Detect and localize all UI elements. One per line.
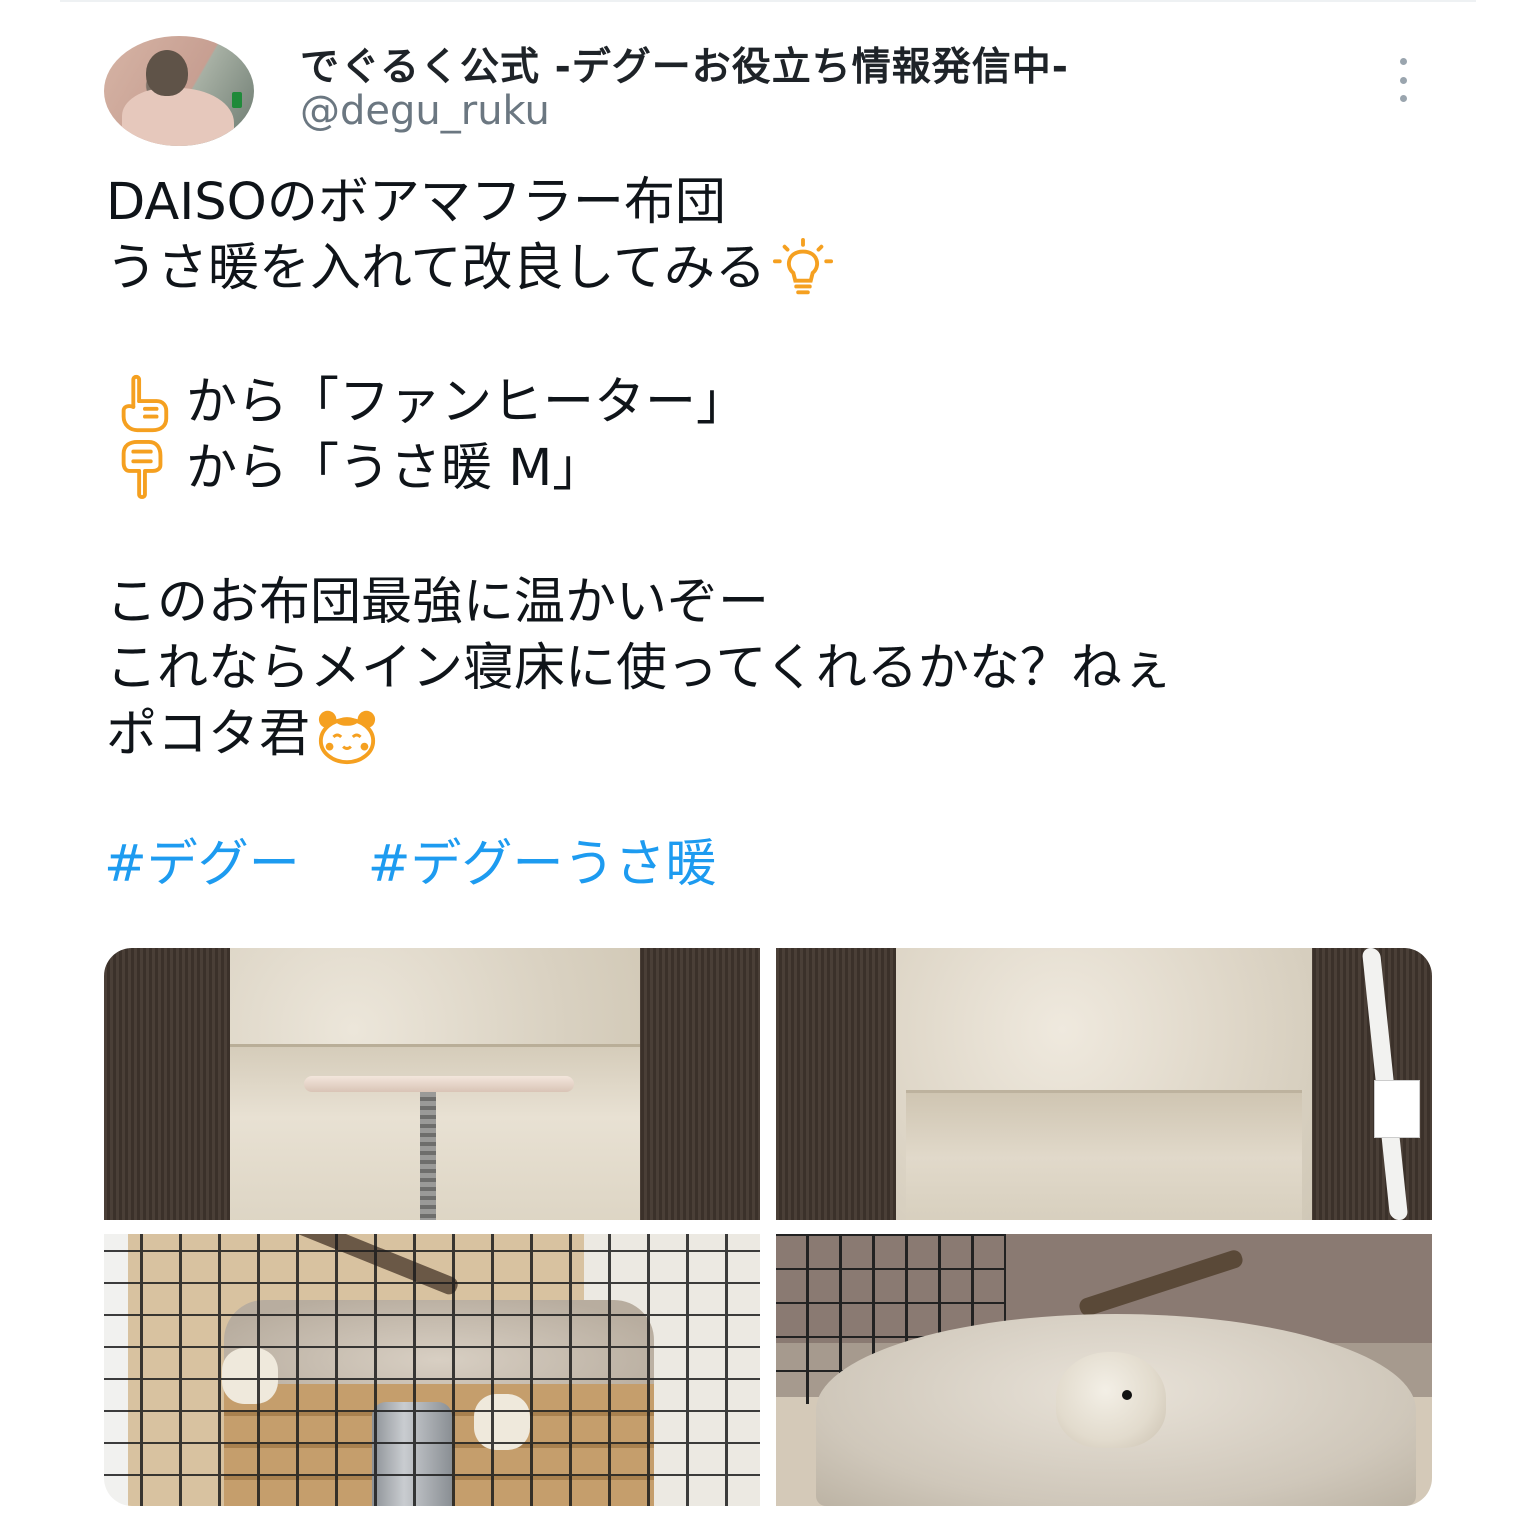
- cord-tag: [1374, 1080, 1420, 1138]
- hashtag-link[interactable]: #デグー: [104, 835, 300, 894]
- tweet-line-text: ポコタ君: [106, 705, 311, 764]
- heater-inside-blanket-photo[interactable]: [104, 948, 760, 1220]
- light-bulb-icon: [772, 238, 833, 295]
- user-handle[interactable]: @degu_ruku: [300, 88, 550, 134]
- blanket-pocket: [906, 1090, 1302, 1220]
- tweet-line: から「うさ暖 M」: [106, 436, 1446, 502]
- degu-eye: [1122, 1390, 1132, 1400]
- branch-perch: [1077, 1248, 1245, 1318]
- cage-with-bed-photo[interactable]: [104, 1234, 760, 1506]
- tweet-line: このお布団最強に温かいぞー: [106, 570, 1446, 636]
- hashtag-link[interactable]: #デグーうさ暖: [368, 835, 717, 894]
- hamster-face-icon: [318, 710, 376, 765]
- tweet-line: ポコタ君: [106, 702, 1446, 768]
- tweet-line: うさ暖を入れて改良してみる: [106, 236, 1446, 302]
- avatar-degu: [146, 50, 188, 96]
- more-dot-icon: [1399, 95, 1407, 102]
- tweet-line-text: うさ暖を入れて改良してみる: [106, 239, 766, 298]
- tweet-line: これならメイン寝床に使ってくれるかな？ねぇ: [106, 636, 1446, 702]
- avatar-bottle-cap: [232, 92, 242, 108]
- heater-cord: [420, 1092, 436, 1220]
- tweet-line-text: DAISOのボアマフラー布団: [106, 173, 726, 232]
- hashtags: #デグー #デグーうさ暖: [104, 832, 716, 898]
- pointing-down-hand-icon: [121, 439, 163, 500]
- pointing-up-hand-icon: [121, 374, 169, 433]
- top-divider: [60, 0, 1476, 2]
- more-dot-icon: [1399, 76, 1407, 84]
- tweet-line-text: このお布団最強に温かいぞー: [106, 573, 770, 632]
- more-options-button[interactable]: [1388, 58, 1418, 102]
- tweet-line-text: これならメイン寝床に使ってくれるかな？ねぇ: [106, 639, 1173, 698]
- cage-bars: [104, 1234, 760, 1506]
- media-grid: [104, 948, 1432, 1506]
- tweet-line-text: から「うさ暖 M」: [186, 439, 604, 498]
- avatar[interactable]: [104, 36, 254, 146]
- degu: [1056, 1352, 1166, 1448]
- tweet-line-text: から「ファンヒーター」: [186, 373, 748, 432]
- display-name[interactable]: でぐるく公式 -デグーお役立ち情報発信中-: [300, 36, 1069, 92]
- tweet-text: DAISOのボアマフラー布団 うさ暖を入れて改良してみる から「ファンヒーター」…: [106, 170, 1446, 768]
- more-dot-icon: [1399, 58, 1407, 65]
- tweet-line: DAISOのボアマフラー布団: [106, 170, 1446, 236]
- degu-in-blanket-photo[interactable]: [776, 1234, 1432, 1506]
- blanket-closed-photo[interactable]: [776, 948, 1432, 1220]
- heater-panel: [304, 1076, 574, 1092]
- avatar-hand: [122, 88, 234, 146]
- tweet-line: から「ファンヒーター」: [106, 370, 1446, 436]
